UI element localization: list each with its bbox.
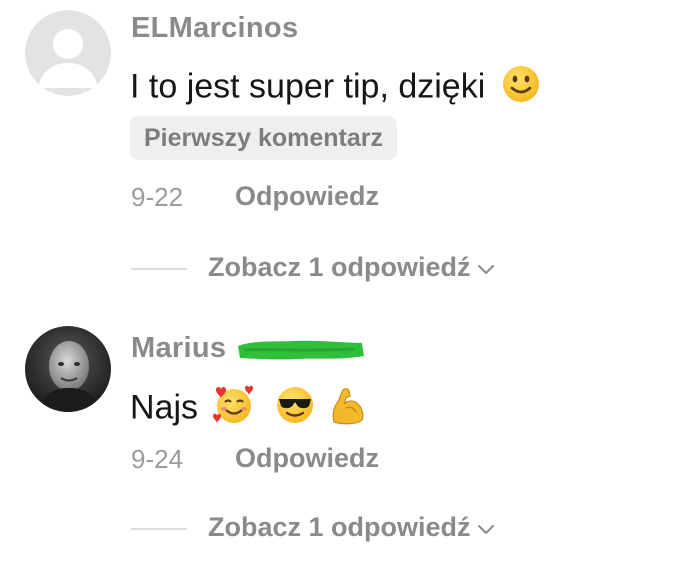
chevron-down-icon [477,512,495,543]
comment-text: I to jest super tip, dzięki [130,64,541,113]
view-replies-button[interactable]: Zobacz 1 odpowiedź [208,512,495,543]
chevron-down-icon [477,252,495,283]
comment-date: 9-22 [131,182,184,212]
smiling-face-with-hearts-icon [211,384,257,435]
reply-button[interactable]: Odpowiedz [235,443,379,474]
comment-date: 9-24 [131,444,184,474]
comment-text-body: Najs [130,388,199,427]
first-comment-badge: Pierwszy komentarz [130,116,397,160]
comments-list: ELMarcinos I to jest super tip, dzięki P… [0,0,698,578]
default-avatar-icon [25,10,111,96]
avatar[interactable] [25,326,111,412]
slightly-smiling-face-icon [501,64,541,113]
smiling-face-with-sunglasses-icon [275,385,315,434]
view-replies-button[interactable]: Zobacz 1 odpowiedź [208,252,495,283]
replies-divider [131,268,187,270]
comment-item: ELMarcinos I to jest super tip, dzięki P… [0,0,698,300]
comment-username[interactable]: ELMarcinos [131,12,298,45]
comment-item: Marius Najs 9-24 Odpowiedz Zobacz 1 odpo… [0,300,698,578]
comment-username-text: Marius [131,332,227,364]
reply-button[interactable]: Odpowiedz [235,181,379,212]
view-replies-label: Zobacz 1 odpowiedź [208,512,471,542]
username-redaction [234,338,366,362]
avatar[interactable] [25,10,111,96]
user-photo-avatar [25,326,111,412]
flexed-biceps-icon [328,384,368,435]
replies-divider [131,528,187,530]
comment-username[interactable]: Marius [131,332,226,365]
comment-text: Najs [130,384,368,435]
view-replies-label: Zobacz 1 odpowiedź [208,252,471,282]
comment-text-body: I to jest super tip, dzięki [130,67,486,106]
